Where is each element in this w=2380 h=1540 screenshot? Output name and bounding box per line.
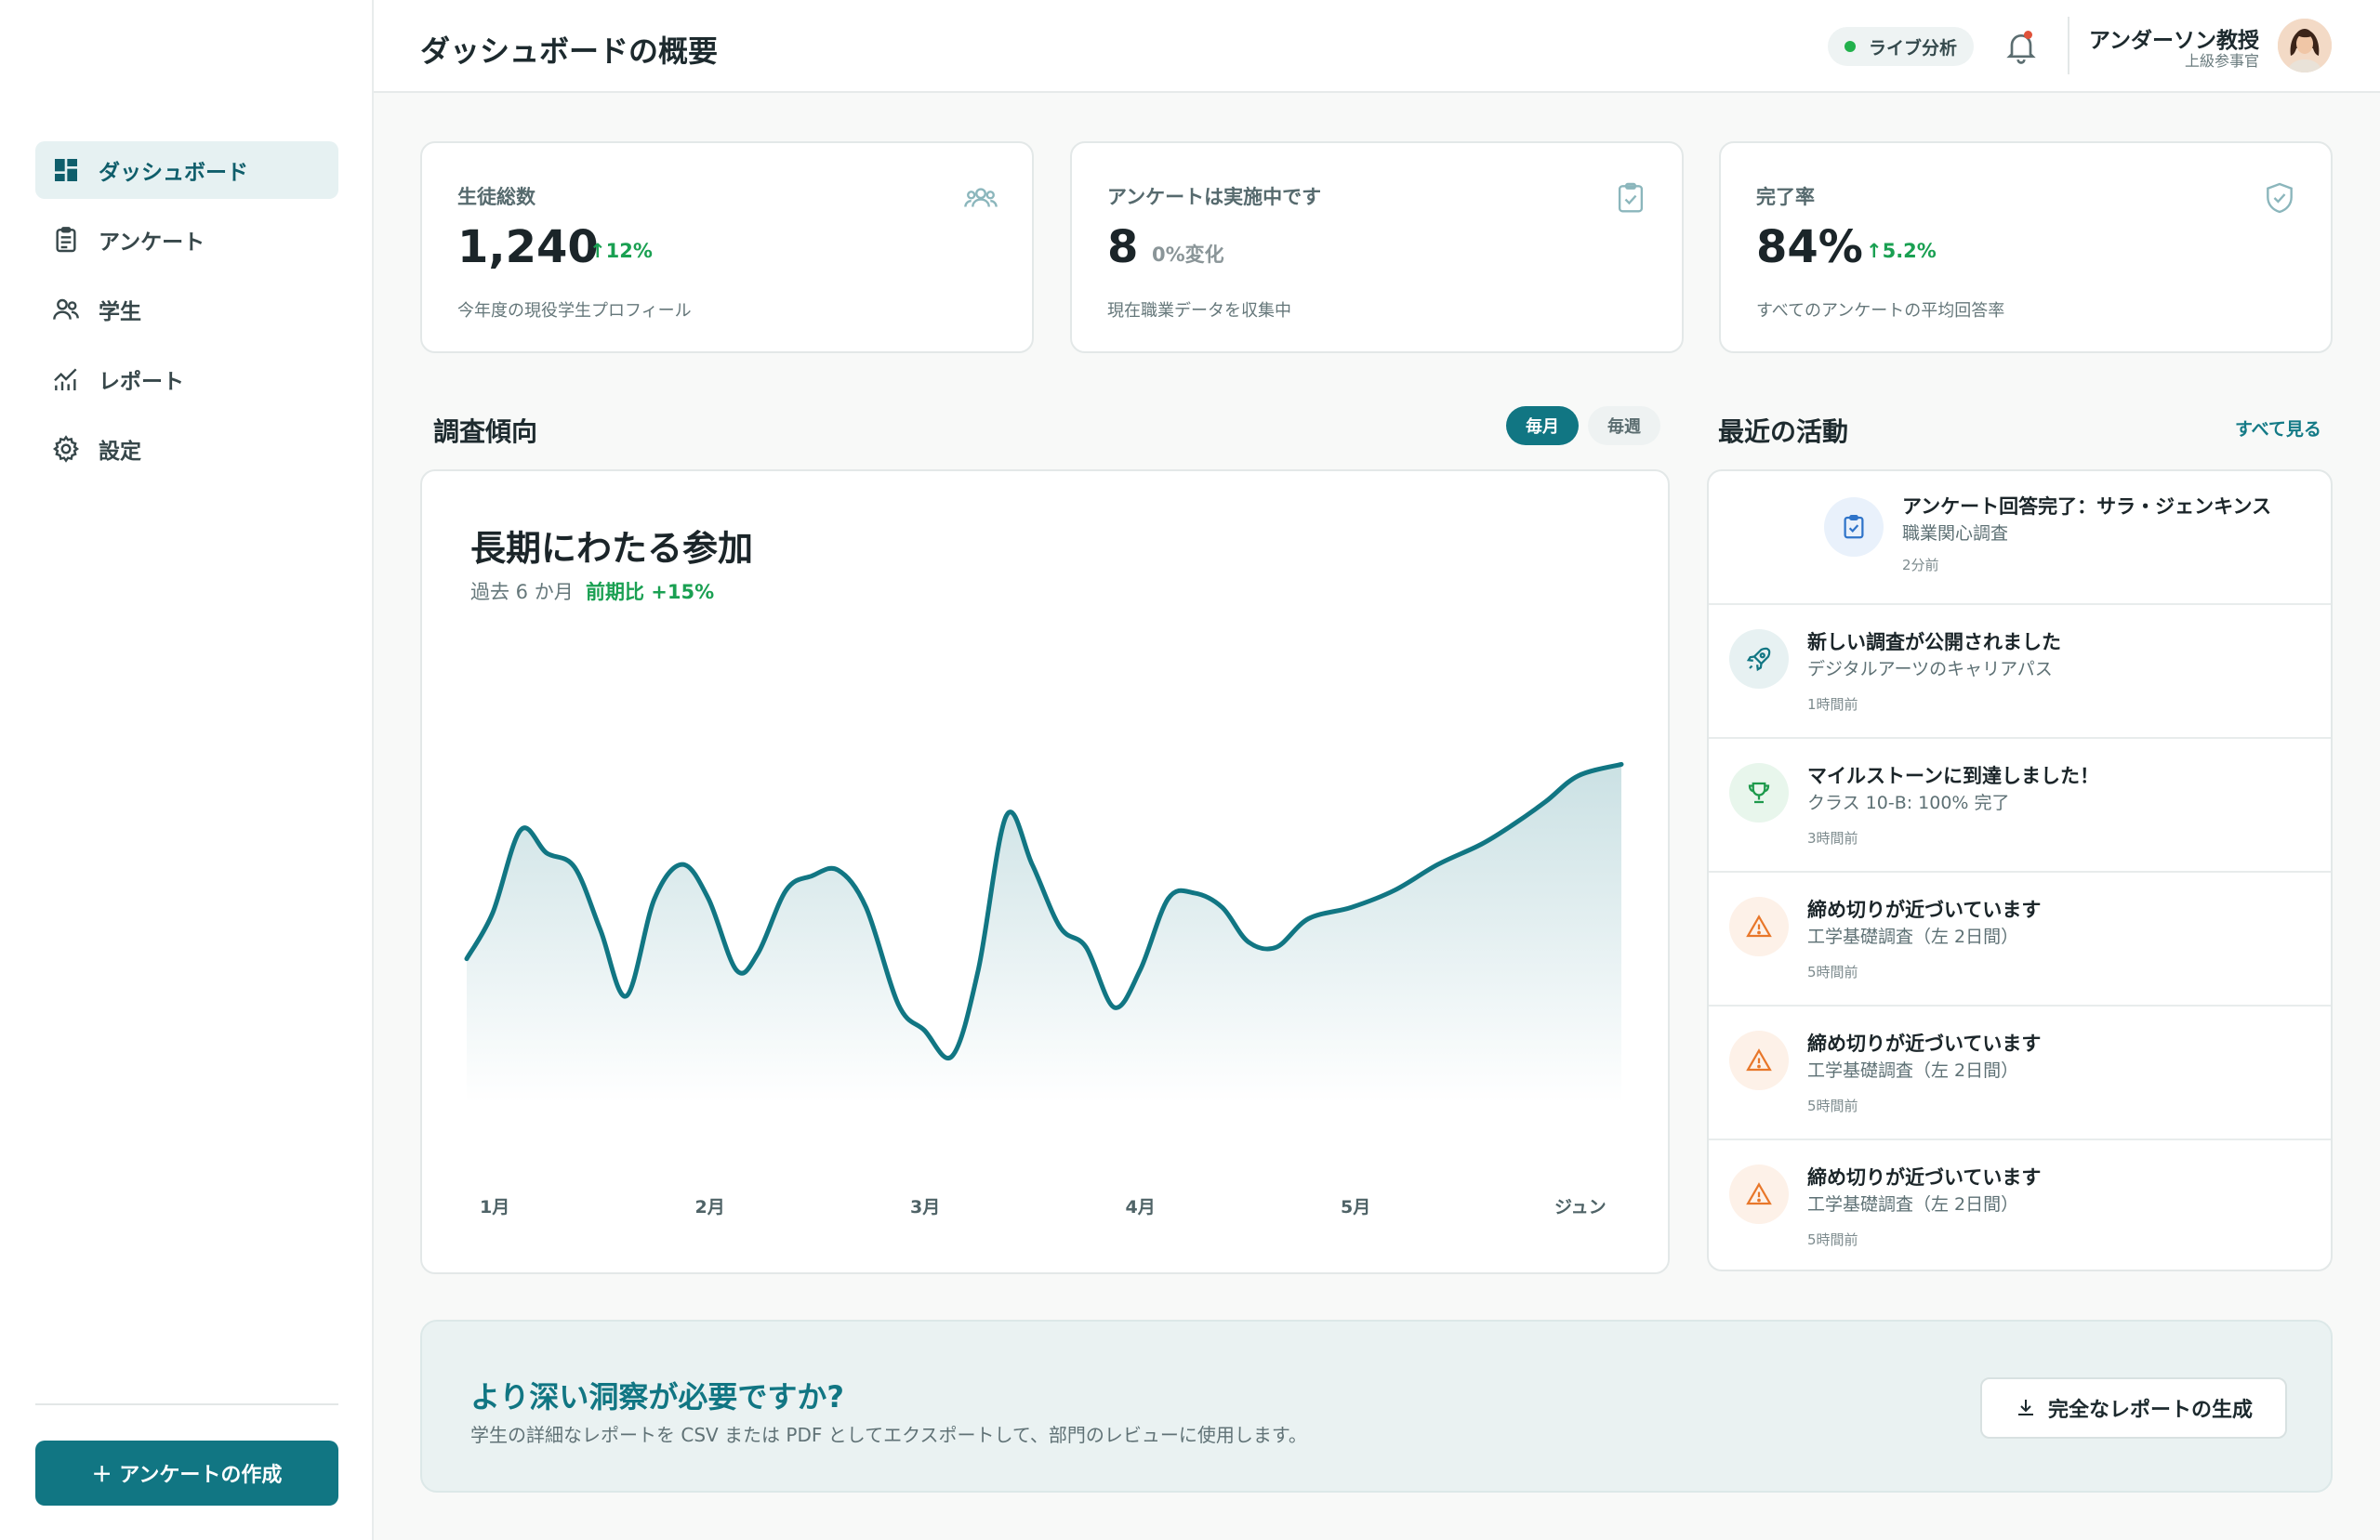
live-label: ライブ分析: [1869, 37, 1958, 59]
list-item[interactable]: アンケート回答完了：サラ・ジェンキンス 職業関心調査 2分前: [1709, 471, 2331, 605]
activity-time: 5時間前: [1807, 964, 1858, 981]
list-item[interactable]: 締め切りが近づいています 工学基礎調査（左 2日間） 5時間前: [1709, 1140, 2331, 1270]
sidebar-divider: [35, 1403, 338, 1405]
activity-list: アンケート回答完了：サラ・ジェンキンス 職業関心調査 2分前 新しい調査が公開さ…: [1707, 469, 2333, 1271]
shield-check-icon: [2267, 182, 2293, 214]
stat-change: ↑12%: [589, 240, 653, 262]
stat-value: 8: [1107, 221, 1139, 273]
activity-time: 5時間前: [1807, 1231, 1858, 1248]
live-analytics-badge[interactable]: ライブ分析: [1828, 27, 1975, 66]
activity-time: 3時間前: [1807, 830, 1858, 847]
sidebar-item-label: 学生: [99, 300, 141, 324]
chart-icon: [50, 363, 82, 395]
activity-subtitle: 工学基礎調査（左 2日間）: [1807, 1194, 2019, 1215]
trophy-icon: [1729, 763, 1789, 823]
list-item[interactable]: 締め切りが近づいています 工学基礎調査（左 2日間） 5時間前: [1709, 873, 2331, 1007]
stat-description: すべてのアンケートの平均回答率: [1756, 301, 2005, 321]
chart-x-tick-label: 3月: [910, 1197, 940, 1218]
activity-time: 5時間前: [1807, 1098, 1858, 1114]
list-item[interactable]: 締め切りが近づいています 工学基礎調査（左 2日間） 5時間前: [1709, 1007, 2331, 1140]
users-icon: [50, 294, 82, 325]
stat-change: ↑5.2%: [1866, 240, 1937, 262]
dashboard-icon: [50, 154, 82, 186]
stat-value: 84%: [1756, 221, 1863, 273]
activity-subtitle: デジタルアーツのキャリアパス: [1807, 659, 2053, 679]
header-divider: [2068, 17, 2069, 74]
see-all-link[interactable]: すべて見る: [2235, 415, 2321, 441]
sidebar-item-label: アンケート: [99, 230, 205, 255]
sidebar: ダッシュボード アンケート 学生 レポート 設定 ＋ アンケートの作成: [0, 0, 374, 1540]
activity-title: 締め切りが近づいています: [1807, 1166, 2042, 1189]
sidebar-item-surveys[interactable]: アンケート: [35, 211, 338, 269]
activity-title: 締め切りが近づいています: [1807, 899, 2042, 921]
activity-subtitle: 工学基礎調査（左 2日間）: [1807, 927, 2019, 947]
sidebar-nav: ダッシュボード アンケート 学生 レポート 設定: [35, 141, 338, 490]
notification-bell-icon[interactable]: [2003, 28, 2040, 65]
gear-icon: [50, 433, 82, 465]
toggle-monthly[interactable]: 毎月: [1506, 406, 1579, 445]
stat-description: 今年度の現役学生プロフィール: [457, 301, 692, 321]
activity-subtitle: クラス 10-B: 100% 完了: [1807, 793, 2010, 813]
user-role: 上級参事官: [2184, 52, 2259, 70]
activity-title: アンケート回答完了：サラ・ジェンキンス: [1902, 495, 2272, 518]
stat-card-total-students: 生徒総数 1,240 ↑12% 今年度の現役学生プロフィール: [420, 141, 1034, 353]
stat-change: 0%変化: [1152, 244, 1224, 266]
activity-title: 締め切りが近づいています: [1807, 1033, 2042, 1055]
clipboard-icon: [50, 224, 82, 256]
users-icon: [964, 188, 998, 207]
download-icon: [2017, 1400, 2033, 1415]
notification-dot: [2024, 31, 2032, 39]
clipboard-check-icon: [1618, 182, 1644, 213]
banner-title: より深い洞察が必要ですか?: [470, 1379, 844, 1415]
chart-x-tick-label: ジュン: [1554, 1197, 1606, 1218]
chart-area-fill: [467, 764, 1621, 1103]
sidebar-item-label: レポート: [99, 370, 184, 394]
engagement-chart-card: 長期にわたる参加 過去 6 か月 前期比 +15% 1月 2月 3月 4月 5月 ジュン: [420, 469, 1670, 1274]
chart-x-tick-label: 5月: [1341, 1197, 1370, 1218]
warning-icon: [1729, 1165, 1789, 1224]
warning-icon: [1729, 1031, 1789, 1090]
chart-x-tick-label: 1月: [480, 1197, 509, 1218]
stat-description: 現在職業データを収集中: [1107, 301, 1291, 321]
rocket-icon: [1729, 629, 1789, 689]
live-status-dot: [1844, 41, 1856, 52]
trends-section-title: 調査傾向: [433, 416, 538, 447]
banner-text: 学生の詳細なレポートを CSV または PDF としてエクスポートして、部門のレ…: [470, 1424, 1307, 1446]
activity-subtitle: 職業関心調査: [1902, 523, 2009, 544]
activity-title: マイルストーンに到達しました！: [1807, 765, 2099, 787]
chart-x-tick-label: 2月: [695, 1197, 725, 1218]
chart-x-tick-label: 4月: [1126, 1197, 1156, 1218]
avatar[interactable]: [2278, 19, 2332, 72]
stat-label: 完了率: [1756, 186, 1815, 208]
list-item[interactable]: マイルストーンに到達しました！ クラス 10-B: 100% 完了 3時間前: [1709, 739, 2331, 873]
stat-label: アンケートは実施中です: [1107, 186, 1322, 208]
activity-subtitle: 工学基礎調査（左 2日間）: [1807, 1060, 2019, 1081]
sidebar-item-students[interactable]: 学生: [35, 281, 338, 338]
activity-title: 新しい調査が公開されました: [1807, 631, 2061, 653]
stat-card-completion-rate: 完了率 84% ↑5.2% すべてのアンケートの平均回答率: [1719, 141, 2333, 353]
activity-time: 2分前: [1902, 557, 1939, 573]
sidebar-item-settings[interactable]: 設定: [35, 420, 338, 478]
generate-report-button[interactable]: 完全なレポートの生成: [1980, 1377, 2287, 1439]
toggle-weekly[interactable]: 毎週: [1588, 406, 1660, 445]
create-survey-button[interactable]: ＋ アンケートの作成: [35, 1441, 338, 1506]
stat-label: 生徒総数: [457, 186, 536, 208]
list-item[interactable]: 新しい調査が公開されました デジタルアーツのキャリアパス 1時間前: [1709, 605, 2331, 739]
clipboard-check-icon: [1824, 497, 1884, 557]
insights-banner: より深い洞察が必要ですか? 学生の詳細なレポートを CSV または PDF とし…: [420, 1320, 2333, 1493]
generate-report-label: 完全なレポートの生成: [2047, 1399, 2253, 1422]
warning-icon: [1729, 897, 1789, 956]
engagement-line-chart: 1月 2月 3月 4月 5月 ジュン: [464, 761, 1624, 1218]
sidebar-item-dashboard[interactable]: ダッシュボード: [35, 141, 338, 199]
top-header: ダッシュボードの概要 ライブ分析 アンダーソン教授 上級参事官: [374, 0, 2380, 93]
stat-value: 1,240: [457, 221, 599, 273]
sidebar-item-label: ダッシュボード: [99, 161, 248, 185]
sidebar-item-label: 設定: [99, 440, 141, 464]
sidebar-item-reports[interactable]: レポート: [35, 350, 338, 408]
page-title: ダッシュボードの概要: [420, 33, 719, 69]
activity-section-title: 最近の活動: [1718, 416, 1849, 447]
stat-card-active-surveys: アンケートは実施中です 8 0%変化 現在職業データを収集中: [1070, 141, 1684, 353]
activity-time: 1時間前: [1807, 696, 1858, 713]
